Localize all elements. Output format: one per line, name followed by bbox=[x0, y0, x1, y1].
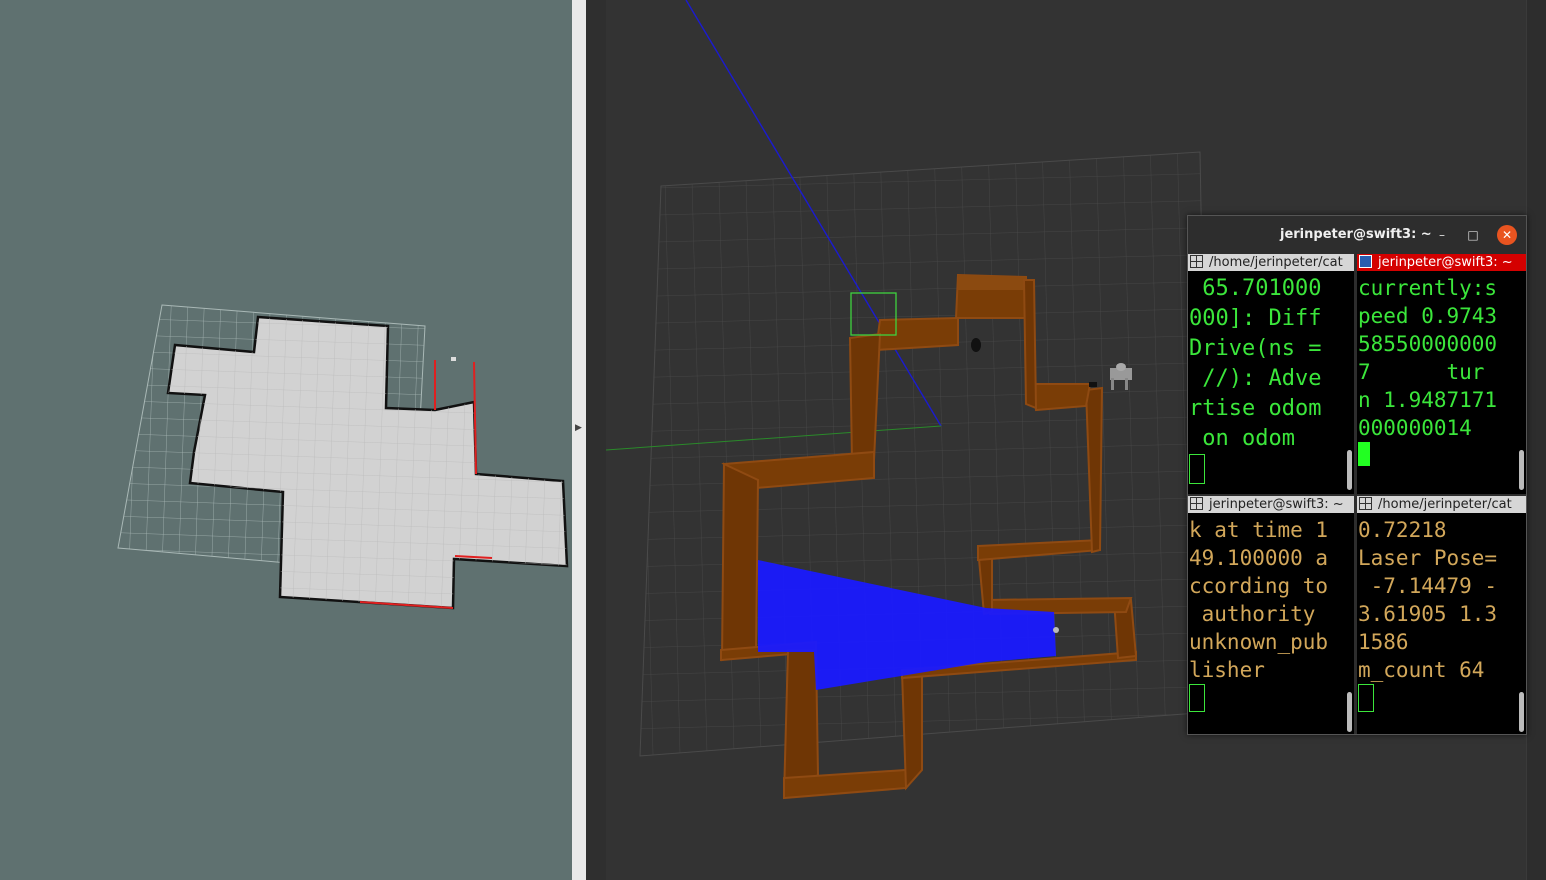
output-line: k at time 1 bbox=[1189, 518, 1329, 542]
output-line: Drive(ns = bbox=[1189, 336, 1322, 361]
output-line: currently:s bbox=[1358, 276, 1498, 300]
panel-gap bbox=[586, 0, 606, 880]
scrollbar[interactable] bbox=[1519, 450, 1524, 490]
window-edge bbox=[1526, 0, 1546, 880]
splitter-arrow-icon[interactable]: ▶ bbox=[575, 423, 582, 433]
output-line: -7.14479 - bbox=[1358, 574, 1498, 598]
terminal-output: currently:s peed 0.9743 58550000000 7 tur n … bbox=[1358, 274, 1514, 470]
terminal-window[interactable]: jerinpeter@swift3: ~ – □ ✕ /home/jerinpe… bbox=[1187, 215, 1527, 735]
terminal-titlebar[interactable]: jerinpeter@swift3: ~ – □ ✕ bbox=[1188, 216, 1526, 254]
pane-title: /home/jerinpeter/cat bbox=[1209, 255, 1343, 270]
output-line: //): Adve bbox=[1189, 366, 1322, 391]
occupancy-map bbox=[117, 304, 569, 610]
output-line: 7 tur bbox=[1358, 360, 1485, 384]
terminal-icon bbox=[1359, 255, 1372, 268]
output-line: 000]: Diff bbox=[1189, 306, 1322, 331]
output-line: unknown_pub bbox=[1189, 630, 1329, 654]
terminal-output: 65.701000 000]: Diff Drive(ns = //): Adve r… bbox=[1189, 274, 1342, 484]
pane-header[interactable]: /home/jerinpeter/cat bbox=[1188, 254, 1354, 271]
output-line: rtise odom bbox=[1189, 396, 1322, 421]
robot-model bbox=[971, 338, 981, 352]
terminal-icon bbox=[1190, 255, 1203, 268]
terminal-output: 0.72218 Laser Pose= -7.14479 - 3.61905 1.3… bbox=[1358, 516, 1514, 712]
terminal-icon bbox=[1359, 497, 1372, 510]
pane-header[interactable]: jerinpeter@swift3: ~ bbox=[1357, 254, 1526, 271]
terminal-cursor bbox=[1358, 442, 1370, 466]
pane-title: jerinpeter@swift3: ~ bbox=[1209, 497, 1344, 512]
output-line: on odom bbox=[1189, 426, 1295, 451]
maximize-button[interactable]: □ bbox=[1463, 225, 1483, 245]
output-line: m_count 64 bbox=[1358, 658, 1485, 682]
output-line: ccording to bbox=[1189, 574, 1329, 598]
output-line: 3.61905 1.3 bbox=[1358, 602, 1498, 626]
terminal-cursor bbox=[1358, 684, 1374, 712]
scrollbar[interactable] bbox=[1519, 692, 1524, 732]
window-title: jerinpeter@swift3: ~ bbox=[1280, 227, 1432, 242]
terminal-output: k at time 1 49.100000 a ccording to author… bbox=[1189, 516, 1342, 712]
output-line: Laser Pose= bbox=[1358, 546, 1498, 570]
output-line: 1586 bbox=[1358, 630, 1409, 654]
pane-header[interactable]: /home/jerinpeter/cat bbox=[1357, 496, 1526, 513]
terminal-pane-top-right[interactable]: jerinpeter@swift3: ~ currently:s peed 0.9… bbox=[1357, 254, 1526, 494]
output-line: 58550000000 bbox=[1358, 332, 1498, 356]
output-line: peed 0.9743 bbox=[1358, 304, 1498, 328]
output-line: authority bbox=[1189, 602, 1316, 626]
output-line: lisher bbox=[1189, 658, 1265, 682]
panel-splitter[interactable]: ▶ bbox=[572, 0, 586, 880]
pane-title: jerinpeter@swift3: ~ bbox=[1378, 255, 1513, 270]
pane-header[interactable]: jerinpeter@swift3: ~ bbox=[1188, 496, 1354, 513]
terminal-cursor bbox=[1189, 454, 1205, 484]
terminal-cursor bbox=[1189, 684, 1205, 712]
terminal-pane-bottom-left[interactable]: jerinpeter@swift3: ~ k at time 1 49.10000… bbox=[1188, 496, 1354, 734]
scrollbar[interactable] bbox=[1347, 692, 1352, 732]
output-line: 0.72218 bbox=[1358, 518, 1447, 542]
output-line: n 1.9487171 bbox=[1358, 388, 1498, 412]
pane-title: /home/jerinpeter/cat bbox=[1378, 497, 1512, 512]
output-line: 49.100000 a bbox=[1189, 546, 1329, 570]
scan-origin bbox=[1053, 627, 1059, 633]
rviz-map-view[interactable] bbox=[0, 0, 572, 880]
robot-marker bbox=[451, 357, 456, 361]
close-button[interactable]: ✕ bbox=[1497, 225, 1517, 245]
output-line: 65.701000 bbox=[1189, 276, 1322, 301]
terminal-icon bbox=[1190, 497, 1203, 510]
minimize-button[interactable]: – bbox=[1432, 225, 1452, 245]
terminal-pane-bottom-right[interactable]: /home/jerinpeter/cat 0.72218 Laser Pose= … bbox=[1357, 496, 1526, 734]
terminal-pane-top-left[interactable]: /home/jerinpeter/cat 65.701000 000]: Diff… bbox=[1188, 254, 1354, 494]
scrollbar[interactable] bbox=[1347, 450, 1352, 490]
output-line: 000000014 bbox=[1358, 416, 1472, 440]
